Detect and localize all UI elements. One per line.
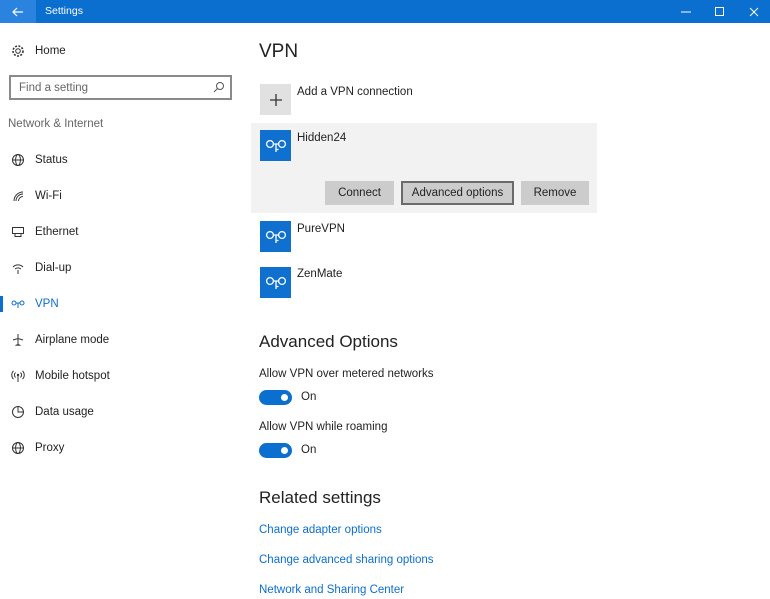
change-advanced-sharing-link[interactable]: Change advanced sharing options: [259, 554, 434, 566]
related-settings-heading: Related settings: [259, 488, 381, 507]
metered-networks-state: On: [301, 391, 317, 403]
proxy-globe-icon: [10, 440, 26, 456]
change-adapter-options-link[interactable]: Change adapter options: [259, 524, 382, 536]
connect-button[interactable]: Connect: [325, 181, 394, 205]
metered-networks-toggle[interactable]: [259, 390, 292, 405]
status-globe-icon: [10, 152, 26, 168]
metered-networks-label: Allow VPN over metered networks: [259, 368, 434, 380]
airplane-icon: [10, 332, 26, 348]
network-sharing-center-link[interactable]: Network and Sharing Center: [259, 584, 404, 596]
sidebar-item-home[interactable]: Home: [0, 36, 245, 66]
plus-icon: [260, 84, 291, 115]
page-title: VPN: [259, 41, 299, 62]
search-icon: [213, 82, 224, 93]
sidebar-item-label: Wi-Fi: [35, 190, 62, 202]
sidebar-item-airplane-mode[interactable]: Airplane mode: [0, 325, 245, 355]
sidebar-item-vpn[interactable]: VPN: [0, 289, 245, 319]
ethernet-icon: [10, 224, 26, 240]
roaming-state: On: [301, 444, 317, 456]
search-input[interactable]: [11, 77, 201, 98]
vpn-connection-name: PureVPN: [297, 223, 345, 235]
minimize-button[interactable]: [668, 0, 704, 23]
home-label: Home: [35, 45, 66, 57]
roaming-label: Allow VPN while roaming: [259, 421, 388, 433]
vpn-icon: [10, 296, 26, 312]
sidebar-item-label: Dial-up: [35, 262, 72, 274]
back-arrow-icon: [12, 7, 23, 16]
data-usage-icon: [10, 404, 26, 420]
vpn-connection-icon: [260, 130, 291, 161]
sidebar-item-label: Proxy: [35, 442, 65, 454]
window-title: Settings: [45, 5, 83, 17]
close-icon: [749, 7, 759, 16]
sidebar-item-label: Status: [35, 154, 68, 166]
maximize-icon: [715, 6, 724, 16]
sidebar-item-label: Mobile hotspot: [35, 370, 110, 382]
minimize-icon: [681, 11, 691, 12]
vpn-connection-name: Hidden24: [297, 132, 347, 144]
toggle-knob: [281, 447, 288, 454]
title-bar: Settings: [0, 0, 770, 23]
hotspot-icon: [10, 368, 26, 384]
wifi-icon: [10, 188, 26, 204]
sidebar-item-label: Data usage: [35, 406, 94, 418]
toggle-knob: [281, 394, 288, 401]
advanced-options-heading: Advanced Options: [259, 332, 398, 351]
vpn-connection-icon: [260, 221, 291, 252]
vpn-connection-icon: [260, 267, 291, 298]
advanced-options-button[interactable]: Advanced options: [401, 181, 514, 205]
sidebar-item-label: Airplane mode: [35, 334, 110, 346]
sidebar-item-proxy[interactable]: Proxy: [0, 433, 245, 463]
search-box[interactable]: [9, 75, 232, 100]
sidebar-item-label: VPN: [35, 298, 59, 310]
sidebar: Home Network & Internet Status Wi-Fi Eth…: [0, 23, 245, 599]
remove-button[interactable]: Remove: [521, 181, 589, 205]
back-button[interactable]: [0, 0, 36, 23]
vpn-connection-name: ZenMate: [297, 268, 343, 280]
dialup-icon: [10, 260, 26, 276]
sidebar-item-wifi[interactable]: Wi-Fi: [0, 181, 245, 211]
sidebar-item-data-usage[interactable]: Data usage: [0, 397, 245, 427]
roaming-toggle[interactable]: [259, 443, 292, 458]
close-button[interactable]: [736, 0, 770, 23]
add-vpn-label: Add a VPN connection: [297, 86, 413, 98]
sidebar-item-label: Ethernet: [35, 226, 79, 238]
section-label: Network & Internet: [8, 118, 104, 130]
sidebar-item-dialup[interactable]: Dial-up: [0, 253, 245, 283]
sidebar-item-status[interactable]: Status: [0, 145, 245, 175]
sidebar-item-mobile-hotspot[interactable]: Mobile hotspot: [0, 361, 245, 391]
gear-icon: [10, 43, 26, 59]
sidebar-item-ethernet[interactable]: Ethernet: [0, 217, 245, 247]
maximize-button[interactable]: [702, 0, 738, 23]
